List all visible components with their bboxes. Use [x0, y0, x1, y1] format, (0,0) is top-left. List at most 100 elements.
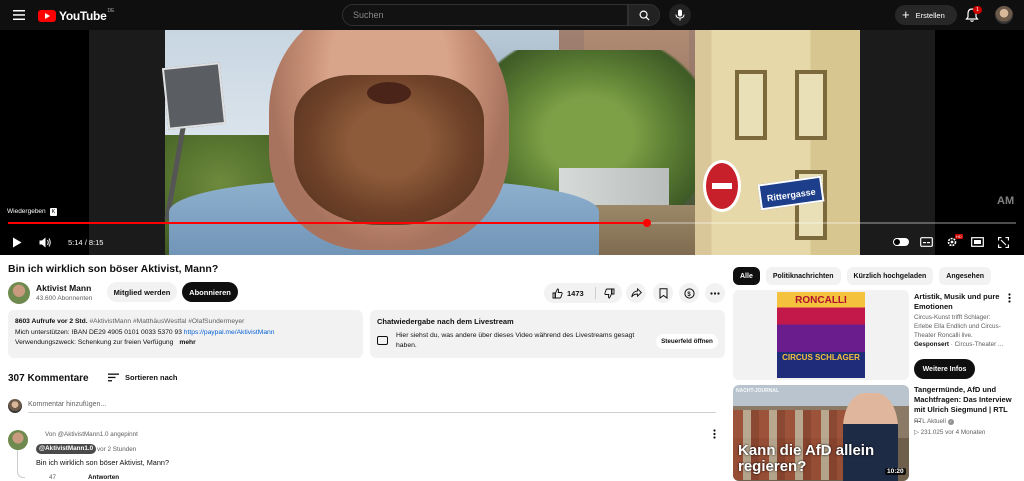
purpose-text: Verwendungszweck: Schenkung zur freien V… — [15, 339, 174, 346]
thumbnail-label: NACHT-JOURNAL — [736, 388, 780, 394]
subscriber-count: 43.600 Abonnenten — [36, 295, 93, 302]
voice-search-button[interactable] — [669, 4, 691, 26]
play-button[interactable] — [8, 234, 26, 250]
like-button[interactable]: 1473 — [544, 287, 596, 299]
channel-watermark[interactable]: AM — [997, 195, 1014, 207]
bookmark-icon — [659, 287, 667, 299]
channel-avatar[interactable] — [8, 282, 30, 304]
user-avatar — [8, 399, 22, 413]
comment-author[interactable]: @AktivistMann1.0 — [36, 444, 97, 454]
filter-chips: Alle Politiknachrichten Kürzlich hochgel… — [733, 267, 991, 285]
subtitles-button[interactable] — [917, 234, 935, 250]
more-vertical-icon — [712, 429, 716, 439]
chip-watched[interactable]: Angesehen — [939, 267, 991, 285]
search-input[interactable]: Suchen — [342, 4, 628, 26]
volume-button[interactable] — [36, 234, 54, 250]
autoplay-toggle[interactable] — [893, 238, 909, 246]
create-button[interactable]: + Erstellen — [895, 5, 957, 25]
progress-scrubber[interactable] — [643, 219, 652, 227]
hd-badge: HD — [955, 234, 963, 239]
share-button[interactable] — [626, 283, 646, 303]
video-title: Bin ich wirklich son böser Aktivist, Man… — [8, 263, 219, 275]
fullscreen-button[interactable] — [994, 234, 1012, 250]
description-line-2: Mich unterstützen: IBAN DE29 4905 0101 0… — [15, 328, 356, 339]
subtitles-icon — [919, 237, 933, 247]
account-avatar[interactable] — [995, 6, 1013, 24]
miniplayer-button[interactable] — [968, 234, 986, 250]
country-code: DE — [107, 8, 115, 14]
add-comment-underline — [28, 412, 716, 413]
chat-replay-box: Chatwiedergabe nach dem Livestream Hier … — [370, 310, 725, 358]
description-box[interactable]: 8603 Aufrufe vor 2 Std. #AktivistMann #M… — [8, 310, 363, 358]
open-chat-button[interactable]: Steuerfeld öffnen — [656, 334, 718, 349]
youtube-logo[interactable]: YouTube DE — [38, 8, 115, 23]
pinned-label: Von @AktivistMann1.0 angepinnt — [45, 431, 138, 438]
video-duration: 10:20 — [885, 468, 906, 475]
channel-name[interactable]: Aktivist Mann — [36, 283, 91, 293]
like-dislike-group: 1473 — [544, 283, 622, 303]
comment-count: 307 Kommentare — [8, 373, 89, 384]
search-button[interactable] — [628, 4, 660, 26]
hashtags[interactable]: #AktivistMann #MatthäusWestfal #OlafSund… — [89, 318, 244, 325]
thanks-button[interactable]: $ — [679, 283, 699, 303]
house-window — [795, 70, 827, 140]
join-button[interactable]: Mitglied werden — [107, 282, 177, 302]
sort-icon — [108, 373, 119, 382]
comment-author-avatar[interactable] — [8, 430, 28, 450]
ad-menu-button[interactable] — [1006, 293, 1012, 305]
menu-icon[interactable] — [12, 8, 26, 22]
chip-politics[interactable]: Politiknachrichten — [765, 267, 841, 285]
more-link[interactable]: mehr — [179, 339, 195, 346]
comment-time[interactable]: vor 2 Stunden — [97, 446, 136, 453]
no-entry-sign — [703, 160, 741, 212]
save-button[interactable] — [653, 283, 673, 303]
youtube-play-icon — [38, 10, 56, 22]
comment-menu-button[interactable] — [711, 429, 717, 441]
super-thanks-icon: $ — [683, 287, 695, 299]
play-tooltip: Wiedergeben K — [7, 206, 58, 217]
more-vertical-icon — [1007, 293, 1011, 303]
time-display: 5:14 / 8:15 — [68, 238, 103, 247]
chip-recent[interactable]: Kürzlich hochgeladen — [846, 267, 934, 285]
recommended-video-meta: ▷ 231.025 vor 4 Monaten — [914, 429, 986, 436]
volume-icon — [39, 237, 51, 247]
sponsored-label: Gesponsert — [914, 341, 949, 348]
reply-button[interactable]: Antworten — [88, 474, 119, 481]
sort-label: Sortieren nach — [125, 373, 178, 382]
fullscreen-icon — [997, 236, 1009, 248]
house-window — [735, 70, 767, 140]
ad-poster: RONCALLI CIRCUS SCHLAGER — [777, 292, 865, 378]
thumbs-up-icon — [552, 288, 563, 298]
search-icon — [639, 10, 650, 21]
add-comment-input[interactable]: Kommentar hinzufügen... — [28, 401, 106, 408]
like-count: 1473 — [567, 288, 584, 298]
logo-text: YouTube — [59, 9, 107, 23]
chip-all[interactable]: Alle — [733, 267, 760, 285]
video-scene-sign — [161, 62, 227, 130]
ad-cta-button[interactable]: Weitere Infos — [914, 359, 975, 379]
thread-line — [17, 450, 25, 478]
sort-button[interactable]: Sortieren nach — [108, 373, 178, 382]
paypal-link[interactable]: https://paypal.me/AktivistMann — [184, 329, 275, 336]
more-actions-button[interactable] — [705, 283, 725, 303]
recommended-channel-name: RTL Aktuell — [914, 418, 946, 425]
ad-thumbnail[interactable]: RONCALLI CIRCUS SCHLAGER — [733, 290, 909, 380]
chat-icon — [377, 336, 388, 345]
description-line-3: Verwendungszweck: Schenkung zur freien V… — [15, 338, 356, 349]
create-label: Erstellen — [915, 10, 945, 20]
ad-poster-title: RONCALLI — [795, 295, 847, 306]
recommended-channel[interactable]: RTL Aktuell ✓ — [914, 418, 954, 425]
player-controls: 5:14 / 8:15 HD — [0, 230, 1024, 254]
video-player[interactable]: Rittergasse AM Wiedergeben K 5:14 / 8:15… — [0, 30, 1024, 255]
more-horizontal-icon — [710, 291, 720, 295]
progress-bar[interactable] — [8, 219, 1016, 227]
ad-sponsor: Gesponsert · Circus-Theater ... — [914, 341, 1014, 348]
subscribe-button[interactable]: Abonnieren — [182, 282, 238, 302]
chat-replay-title: Chatwiedergabe nach dem Livestream — [377, 317, 514, 326]
ad-title[interactable]: Artistik, Musik und pure Emotionen — [914, 292, 1006, 312]
video-thumbnail[interactable]: NACHT-JOURNAL Kann die AfD allein regier… — [733, 385, 909, 481]
donation-text: Mich unterstützen: IBAN DE29 4905 0101 0… — [15, 328, 184, 336]
dislike-button[interactable] — [596, 288, 622, 299]
ad-poster-subtitle: CIRCUS SCHLAGER — [782, 353, 860, 362]
pinned-text: Von @AktivistMann1.0 angepinnt — [45, 431, 138, 438]
